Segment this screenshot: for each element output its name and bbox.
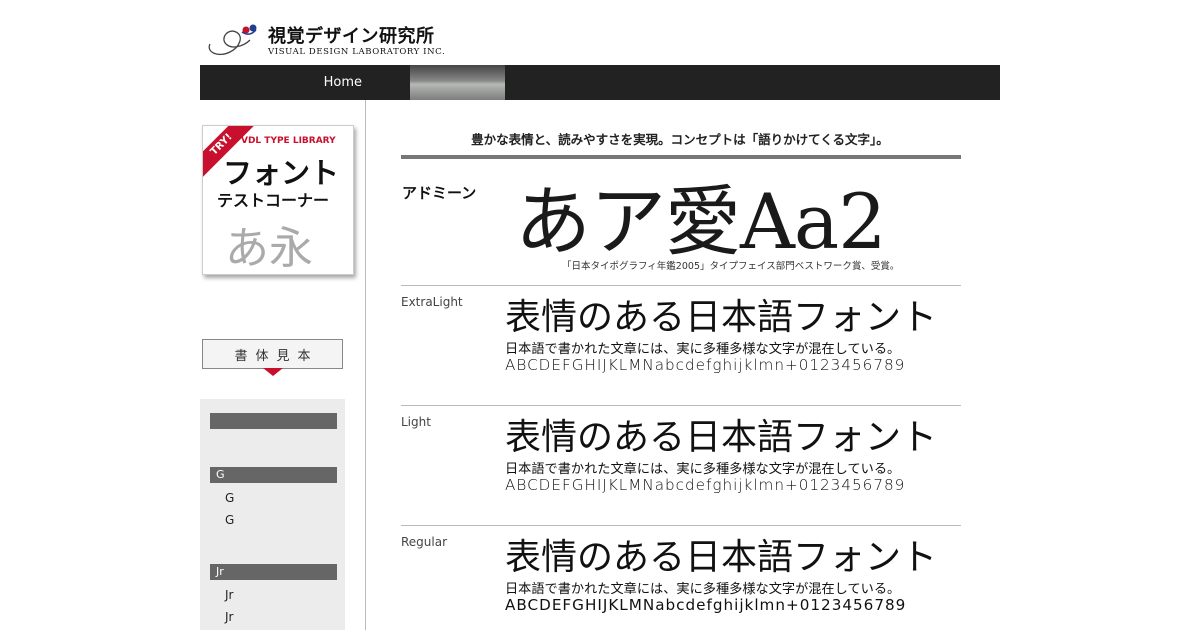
down-arrow-icon bbox=[263, 368, 283, 376]
column-divider bbox=[365, 100, 366, 630]
weight-alphabet-sample: ABCDEFGHIJKLMNabcdefghijklmn+0123456789 bbox=[505, 476, 906, 494]
hero-font-sample: あア愛Aa2 bbox=[515, 177, 887, 266]
weight-row-extralight: ExtraLight 表情のある日本語フォント 日本語で書かれた文章には、実に多… bbox=[401, 285, 961, 386]
list-item[interactable]: Jr bbox=[225, 610, 233, 624]
weight-heading-sample: 表情のある日本語フォント bbox=[505, 537, 938, 578]
category-bar-jr[interactable]: Jr bbox=[210, 564, 337, 580]
specimen-button[interactable]: 書体見本 bbox=[202, 339, 343, 369]
nav-home-link[interactable]: Home bbox=[200, 65, 410, 100]
weight-sentence-sample: 日本語で書かれた文章には、実に多種多様な文字が混在している。 bbox=[505, 462, 901, 477]
concept-tagline: 豊かな表情と、読みやすさを実現。コンセプトは「語りかけてくる文字」。 bbox=[471, 132, 889, 147]
category-bar[interactable] bbox=[210, 413, 337, 429]
list-item[interactable]: G bbox=[225, 491, 234, 505]
list-item[interactable]: G bbox=[225, 513, 234, 527]
weight-sentence-sample: 日本語で書かれた文章には、実に多種多様な文字が混在している。 bbox=[505, 342, 901, 357]
weight-alphabet-sample: ABCDEFGHIJKLMNabcdefghijklmn+0123456789 bbox=[505, 356, 906, 374]
sidebar-font-list: G G G Jr Jr Jr bbox=[200, 399, 345, 630]
logo-english-name: VISUAL DESIGN LABORATORY INC. bbox=[268, 47, 446, 57]
banner-title-line1: フォント bbox=[223, 156, 340, 190]
section-rule bbox=[401, 155, 961, 159]
font-test-corner-banner[interactable]: TRY! VDL TYPE LIBRARY フォント テストコーナー あ永 bbox=[202, 125, 354, 275]
weight-row-light: Light 表情のある日本語フォント 日本語で書かれた文章には、実に多種多様な文… bbox=[401, 405, 961, 506]
weight-heading-sample: 表情のある日本語フォント bbox=[505, 297, 938, 338]
logo-japanese-name: 視覚デザイン研究所 bbox=[268, 26, 435, 47]
banner-sample-chars: あ永 bbox=[225, 223, 313, 274]
nav-active-tab[interactable] bbox=[410, 65, 505, 100]
category-bar-g[interactable]: G bbox=[210, 467, 337, 483]
weight-alphabet-sample: ABCDEFGHIJKLMNabcdefghijklmn+0123456789 bbox=[505, 596, 907, 614]
award-note: 「日本タイポグラフィ年鑑2005」タイプフェイス部門ベストワーク賞、受賞。 bbox=[562, 261, 900, 272]
banner-library-label: VDL TYPE LIBRARY bbox=[241, 136, 336, 146]
list-item[interactable]: Jr bbox=[225, 588, 233, 602]
weight-label: Light bbox=[401, 415, 431, 429]
weight-label: ExtraLight bbox=[401, 295, 463, 309]
main-navbar: Home bbox=[200, 65, 1000, 100]
weight-sentence-sample: 日本語で書かれた文章には、実に多種多様な文字が混在している。 bbox=[505, 582, 901, 597]
weight-heading-sample: 表情のある日本語フォント bbox=[505, 417, 938, 458]
weight-row-regular: Regular 表情のある日本語フォント 日本語で書かれた文章には、実に多種多様… bbox=[401, 525, 961, 626]
site-logo[interactable]: 視覚デザイン研究所 VISUAL DESIGN LABORATORY INC. bbox=[204, 22, 446, 62]
banner-title-line2: テストコーナー bbox=[217, 191, 330, 210]
font-family-name: アドミーン bbox=[402, 184, 477, 202]
logo-swirl-icon bbox=[208, 24, 257, 56]
weight-label: Regular bbox=[401, 535, 448, 549]
